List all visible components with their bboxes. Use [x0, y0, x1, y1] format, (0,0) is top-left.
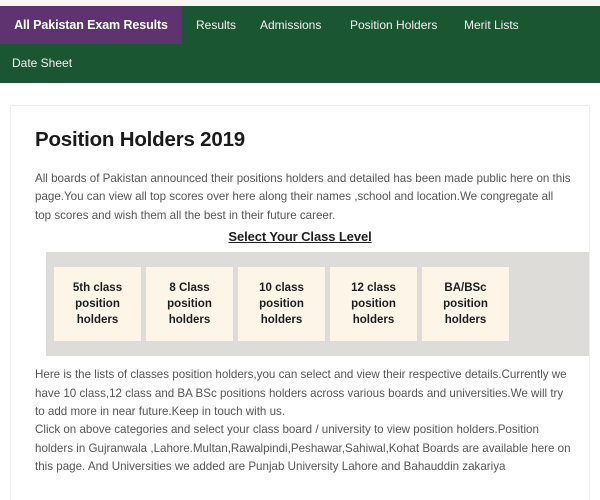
class-level-card-12[interactable]: 12 class position holders [330, 267, 417, 342]
class-level-card-line3: holders [444, 314, 487, 327]
nav-item-admissions[interactable]: Admissions [260, 6, 321, 44]
page-title: Position Holders 2019 [35, 128, 245, 151]
body-paragraph-1: Here is the lists of classes position ho… [35, 368, 567, 419]
class-level-card-line2: position [259, 298, 304, 311]
body-paragraph-2: Click on above categories and select you… [35, 423, 571, 474]
select-class-level-heading: Select Your Class Level [228, 229, 372, 245]
class-level-card-line1: 8 Class [169, 282, 210, 295]
nav-row-primary: All Pakistan Exam Results Results Admiss… [0, 6, 600, 44]
class-level-card-line1: 5th class [72, 282, 123, 295]
class-level-card-line1: 12 class [351, 282, 396, 295]
class-level-card-line3: holders [260, 314, 303, 327]
nav-item-merit-lists[interactable]: Merit Lists [464, 6, 519, 44]
nav-item-position-holders[interactable]: Position Holders [350, 6, 437, 44]
class-level-card-line2: position [351, 298, 396, 311]
class-level-list: 5th class position holders 8 Class posit… [54, 267, 509, 342]
class-level-card-ba-bsc[interactable]: BA/BSc position holders [422, 267, 509, 342]
class-level-band: 5th class position holders 8 Class posit… [46, 252, 589, 357]
site-brand-button[interactable]: All Pakistan Exam Results [0, 6, 182, 44]
class-level-card-line3: holders [352, 314, 395, 327]
class-level-card-8[interactable]: 8 Class position holders [146, 267, 233, 342]
class-level-card-line1: 10 class [259, 282, 304, 295]
class-level-card-line2: position [443, 298, 488, 311]
main-navigation-bar: All Pakistan Exam Results Results Admiss… [0, 6, 600, 83]
class-level-card-line3: holders [168, 314, 211, 327]
nav-row-secondary: Date Sheet [0, 44, 600, 82]
content-card-inner: Position Holders 2019 All boards of Paki… [11, 106, 589, 477]
content-card: Position Holders 2019 All boards of Paki… [10, 105, 590, 500]
class-level-card-line3: holders [76, 314, 119, 327]
class-level-card-10[interactable]: 10 class position holders [238, 267, 325, 342]
nav-item-results[interactable]: Results [196, 6, 236, 44]
body-paragraph-block: Here is the lists of classes position ho… [29, 366, 571, 476]
class-level-card-5th[interactable]: 5th class position holders [54, 267, 141, 342]
page-root: All Pakistan Exam Results Results Admiss… [0, 0, 600, 500]
class-level-card-line2: position [167, 298, 212, 311]
class-level-card-line2: position [75, 298, 120, 311]
intro-paragraph: All boards of Pakistan announced their p… [35, 172, 571, 222]
class-level-card-line1: BA/BSc [444, 282, 487, 295]
nav-item-date-sheet[interactable]: Date Sheet [12, 44, 72, 82]
